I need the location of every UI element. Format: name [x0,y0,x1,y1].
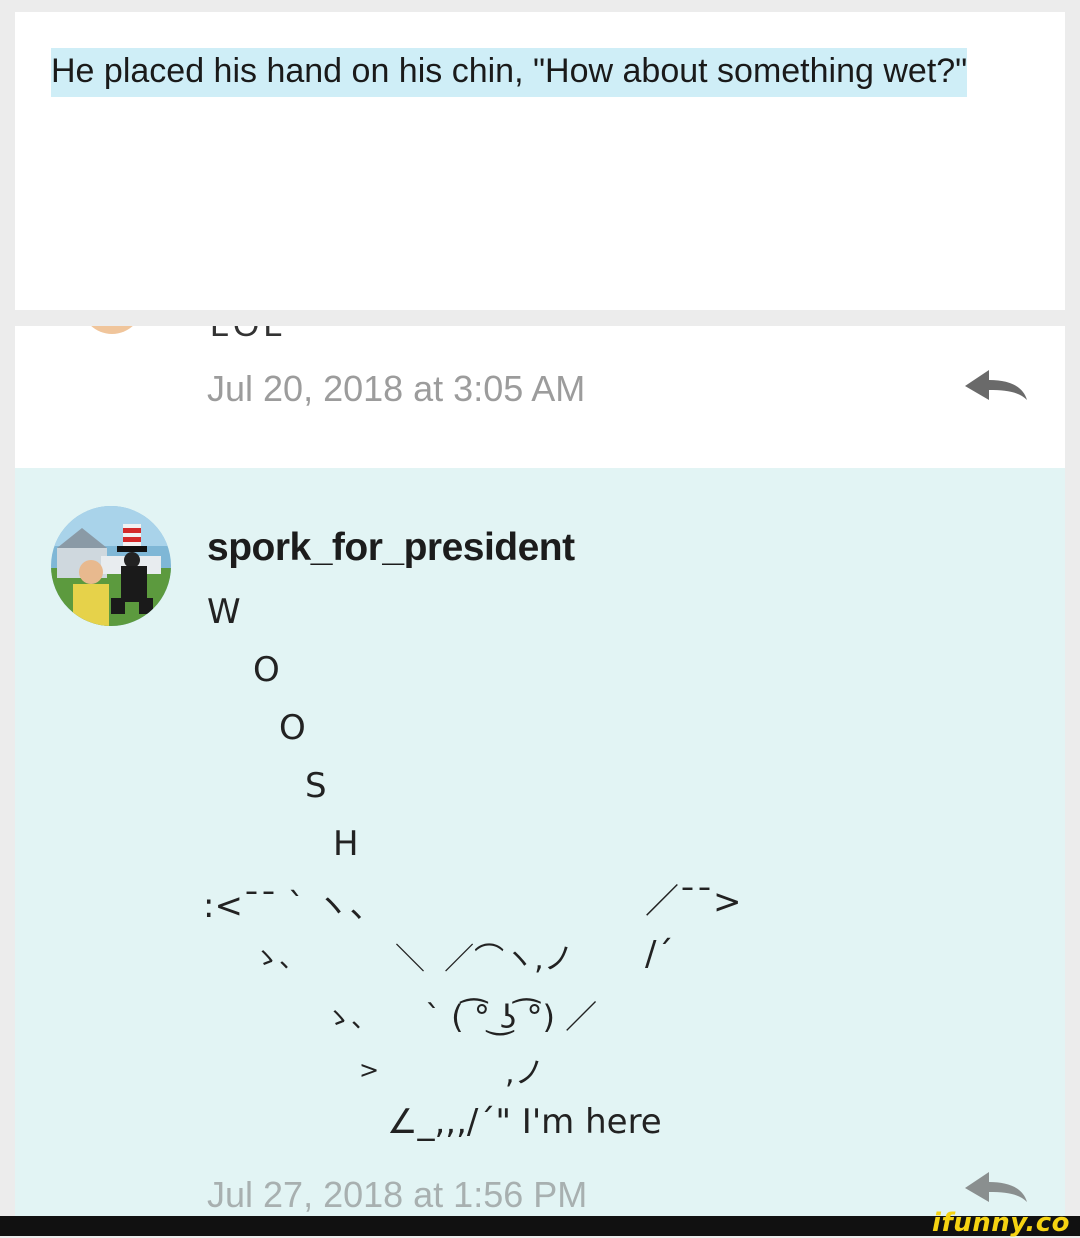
ascii-line: ` ( ͡° ͜ʖ ͡°) ／ [425,998,598,1036]
ascii-line: ∠_,,,/´" I'm here [387,1102,662,1142]
reply-arrow-icon[interactable] [963,1168,1029,1212]
ascii-line: ／¯¯> [645,882,742,922]
ifunny-logo: ifunny.co [932,1208,1070,1238]
ascii-line: ,ノ [505,1056,545,1091]
reply-arrow-icon[interactable] [963,366,1029,410]
comment-timestamp: Jul 20, 2018 at 3:05 AM [207,368,586,409]
ascii-line: O [279,708,306,748]
comment-card-top: He placed his hand on his chin, "How abo… [15,12,1065,310]
ascii-line: :<¯¯ ` ヽ、 [203,886,384,926]
comment-text: LOL [210,326,286,345]
ascii-line: O [253,650,280,690]
reply-card: spork_for_president W O O S H :<¯¯ ` ヽ、 … [15,468,1065,1236]
username[interactable]: spork_for_president [207,526,575,570]
ascii-line: W [207,592,241,632]
avatar[interactable] [51,506,171,626]
ascii-line: ゝ、 [253,944,306,974]
ascii-line: H [333,824,359,864]
avatar[interactable] [81,326,143,334]
ascii-line: /´ [645,934,674,974]
reply-timestamp: Jul 27, 2018 at 1:56 PM [207,1174,588,1215]
ascii-line: > [359,1056,380,1084]
ascii-line: S [305,766,327,806]
ascii-line: ゝ、 [325,1004,378,1034]
highlighted-quote: He placed his hand on his chin, "How abo… [51,48,968,97]
watermark-bar: ifunny.co [0,1208,1080,1238]
comment-card: LOL Jul 20, 2018 at 3:05 AM [15,326,1065,468]
ascii-line: ＼ ／⌒ヽ,ノ [395,942,574,977]
